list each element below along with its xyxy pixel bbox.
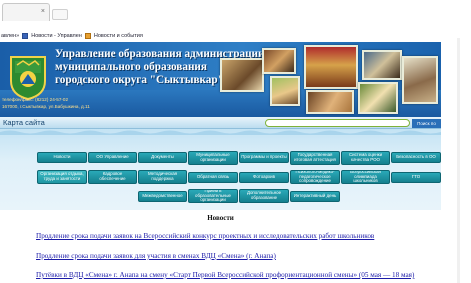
news-link[interactable]: Продление срока подачи заявок для участи…: [36, 252, 276, 260]
bookmark-page-icon: [22, 33, 29, 39]
nav-state-certification-button[interactable]: Государственная итоговая аттестация: [290, 151, 340, 165]
collage-photo: [358, 82, 398, 114]
nav-feedback-button[interactable]: Обратная связь: [188, 172, 238, 183]
nav-methodical-support-button[interactable]: Методическая поддержка: [138, 170, 187, 184]
nav-management-button[interactable]: ОО Управление: [88, 152, 137, 163]
city-emblem-icon[interactable]: [3, 51, 53, 101]
bookmark-item-2[interactable]: Новости - Управлен: [31, 33, 82, 39]
collage-photo: [262, 48, 296, 74]
collage-photo: [362, 50, 402, 80]
header-photo-collage: [218, 44, 441, 116]
nav-admission-button[interactable]: Приём в образовательные организации: [188, 189, 238, 203]
news-section-title: Новости: [207, 214, 234, 222]
news-link[interactable]: Путёвки в ВДЦ «Смена» г. Анапа на смену …: [36, 271, 414, 279]
collage-photo: [306, 90, 354, 114]
collage-photo: [270, 76, 300, 106]
collage-photo: [402, 56, 438, 104]
nav-recreation-button[interactable]: Организация отдыха, труда и занятости: [37, 170, 87, 184]
sitemap-bar: Карта сайта Поиск по сайту: [0, 117, 441, 135]
decorative-wave: [0, 130, 441, 135]
browser-tab[interactable]: ×: [2, 3, 50, 21]
site-header: Управление образования администрации мун…: [0, 42, 441, 117]
sitemap-link[interactable]: Карта сайта: [3, 118, 45, 127]
search-input[interactable]: [265, 119, 410, 127]
nav-pmp-support-button[interactable]: Психолого-медико-педагогическое сопровож…: [290, 170, 340, 184]
nav-interdepartmental-button[interactable]: Межведомственное: [138, 191, 187, 202]
nav-news-button[interactable]: Новости: [37, 152, 87, 163]
nav-additional-education-button[interactable]: Дополнительное образование: [239, 189, 289, 203]
header-title-line-3: городского округа "Сыктывкар": [55, 74, 224, 86]
bookmark-page-icon: [84, 33, 91, 39]
nav-interactive-day-button[interactable]: Интерактивный день: [290, 191, 340, 202]
nav-gto-button[interactable]: ГТО: [391, 172, 441, 183]
news-link[interactable]: Продление срока подачи заявок на Всеросс…: [36, 232, 374, 240]
header-phone: телефон/факс: (8212) 24-57-02: [2, 97, 69, 102]
collage-photo: [220, 58, 264, 92]
nav-staffing-button[interactable]: Кадровое обеспечение: [88, 170, 137, 184]
main-navigation: Новости ОО Управление Документы Муниципа…: [0, 129, 441, 210]
bookmarks-bar: авлен» Новости - Управлен Новости и собы…: [0, 30, 471, 42]
nav-municipal-organizations-button[interactable]: Муниципальные организации: [188, 151, 238, 165]
search-button[interactable]: Поиск по сайту: [412, 118, 441, 135]
bookmark-item-3[interactable]: Новости и события: [94, 33, 143, 39]
close-icon[interactable]: ×: [41, 8, 45, 15]
nav-photo-archive-button[interactable]: Фотоархив: [239, 172, 289, 183]
nav-safety-button[interactable]: Безопасность в ОО: [391, 152, 441, 163]
header-title-line-2: муниципального образования: [55, 61, 207, 73]
collage-photo: [304, 45, 358, 89]
browser-tabstrip: ×: [0, 0, 471, 22]
header-address: 167000, г.Сыктывкар, ул.Бабушкина, д.11: [2, 104, 90, 109]
new-tab-button[interactable]: [52, 9, 68, 20]
nav-programs-button[interactable]: Программы и проекты: [239, 152, 289, 163]
bookmark-item-1[interactable]: авлен»: [1, 33, 19, 39]
nav-olympiad-button[interactable]: Всероссийская олимпиада школьников: [341, 170, 390, 184]
nav-documents-button[interactable]: Документы: [138, 152, 187, 163]
nav-quality-assessment-button[interactable]: Система оценки качества РОО: [341, 151, 390, 165]
vertical-scrollbar[interactable]: [457, 38, 460, 283]
